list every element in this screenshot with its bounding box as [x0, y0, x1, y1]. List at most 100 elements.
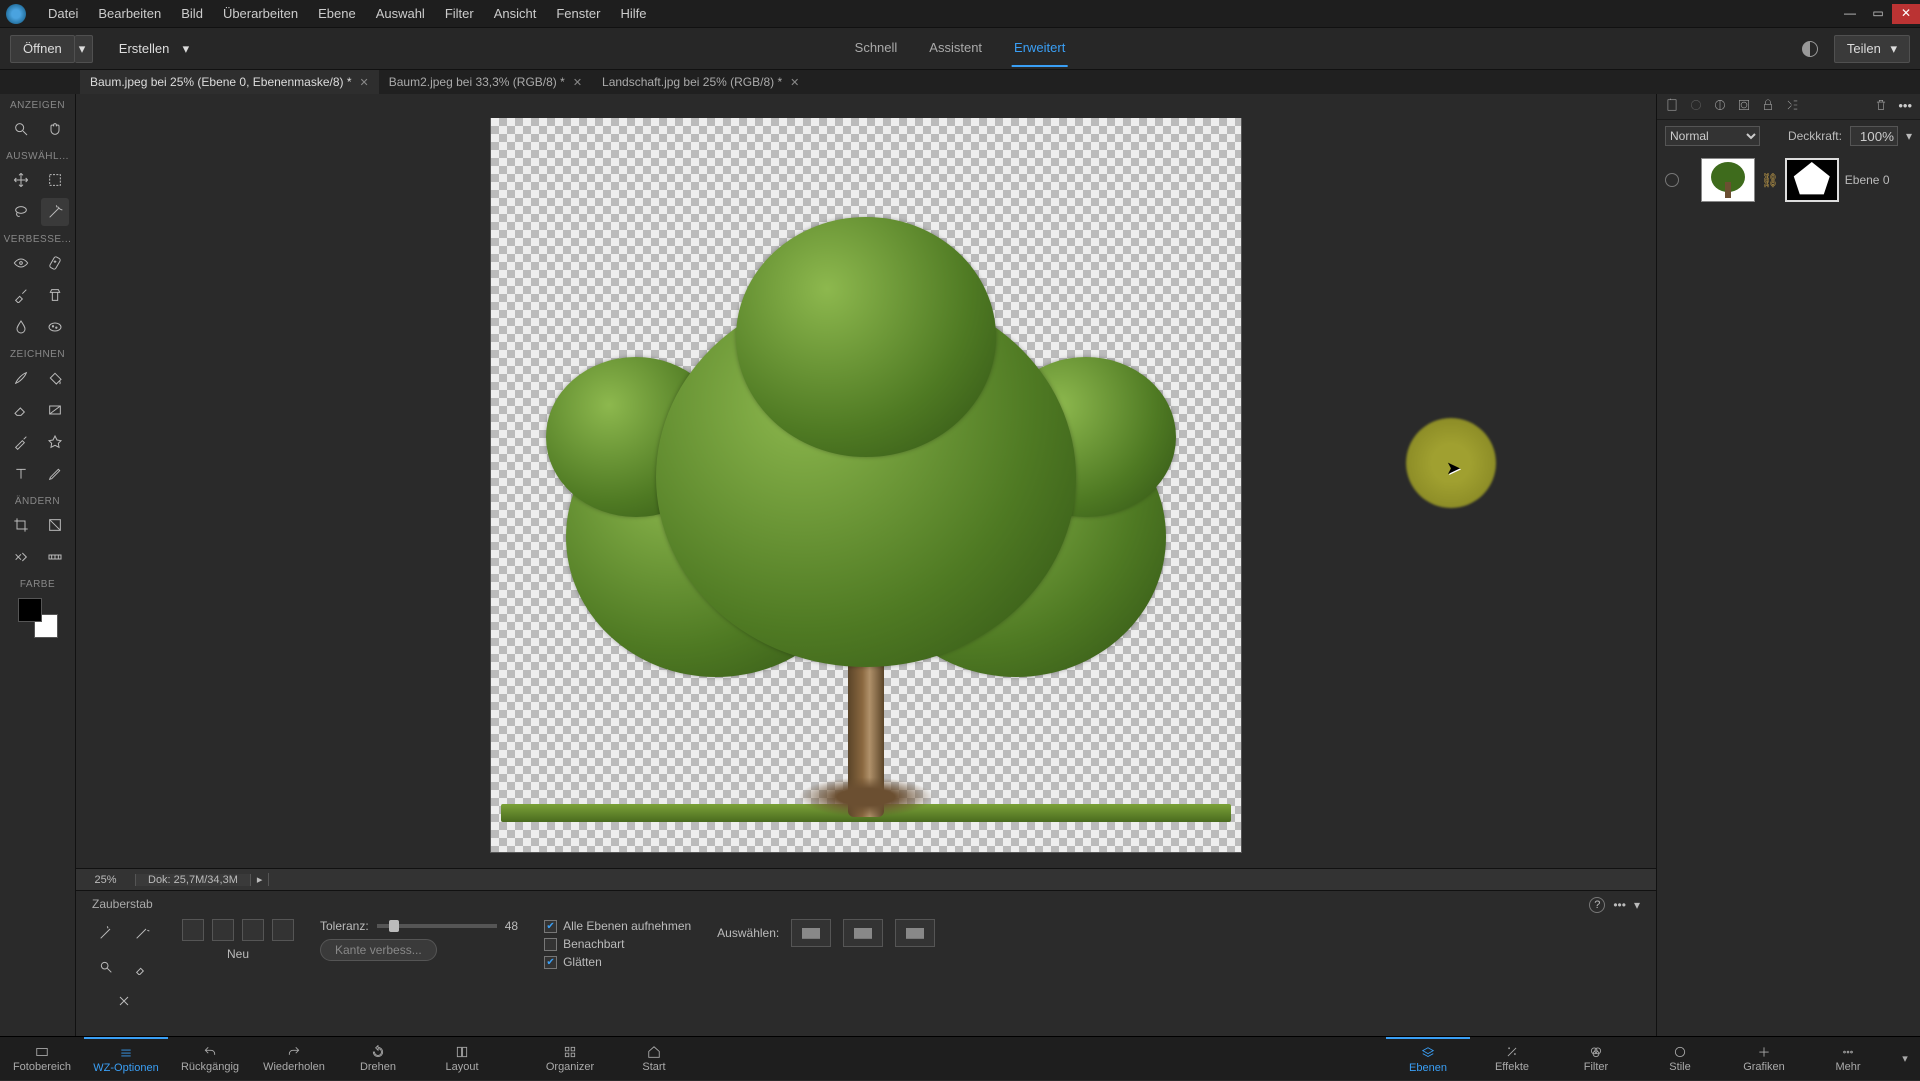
opacity-field[interactable] — [1850, 126, 1898, 146]
menu-hilfe[interactable]: Hilfe — [610, 6, 656, 21]
delete-icon[interactable] — [1874, 98, 1888, 115]
panel-menu-icon[interactable]: ••• — [1898, 98, 1912, 115]
mask-thumbnail[interactable] — [1785, 158, 1839, 202]
straighten-tool-icon[interactable] — [41, 543, 69, 571]
refine-edge-button[interactable]: Kante verbess... — [320, 939, 437, 961]
menu-bearbeiten[interactable]: Bearbeiten — [88, 6, 171, 21]
fx-icon[interactable] — [1785, 98, 1799, 115]
open-dropdown-icon[interactable]: ▾ — [75, 35, 93, 63]
doc-tab-landschaft[interactable]: Landschaft.jpg bei 25% (RGB/8) * ✕ — [592, 70, 809, 94]
redeye-tool-icon[interactable] — [7, 249, 35, 277]
taskbar-more[interactable]: Mehr — [1806, 1037, 1890, 1081]
blend-mode-select[interactable]: Normal — [1665, 126, 1760, 146]
paint-bucket-tool-icon[interactable] — [41, 364, 69, 392]
taskbar-filters[interactable]: Filter — [1554, 1037, 1638, 1081]
close-icon[interactable]: ✕ — [573, 76, 582, 89]
taskbar-styles[interactable]: Stile — [1638, 1037, 1722, 1081]
marquee-tool-icon[interactable] — [41, 166, 69, 194]
menu-ueberarbeiten[interactable]: Überarbeiten — [213, 6, 308, 21]
visibility-icon[interactable] — [1665, 173, 1679, 187]
mode-add-icon[interactable] — [212, 919, 234, 941]
lock-icon[interactable] — [1761, 98, 1775, 115]
clone-tool-icon[interactable] — [41, 281, 69, 309]
smart-brush-tool-icon[interactable] — [7, 281, 35, 309]
mask-icon[interactable] — [1737, 98, 1751, 115]
window-minimize-icon[interactable]: — — [1836, 4, 1864, 24]
layer-row[interactable]: ⛓ Ebene 0 — [1657, 152, 1920, 208]
taskbar-graphics[interactable]: Grafiken — [1722, 1037, 1806, 1081]
tab-quick[interactable]: Schnell — [853, 30, 900, 67]
taskbar-tooloptions[interactable]: WZ-Optionen — [84, 1037, 168, 1081]
magic-wand-tool-icon[interactable] — [41, 198, 69, 226]
select-sky-icon[interactable] — [895, 919, 935, 947]
pencil-tool-icon[interactable] — [41, 460, 69, 488]
share-button[interactable]: Teilen ▾ — [1834, 35, 1910, 63]
menu-ansicht[interactable]: Ansicht — [484, 6, 547, 21]
lasso-tool-icon[interactable] — [7, 198, 35, 226]
new-group-icon[interactable] — [1689, 98, 1703, 115]
doc-tab-baum2[interactable]: Baum2.jpeg bei 33,3% (RGB/8) * ✕ — [379, 70, 592, 94]
open-button[interactable]: Öffnen — [10, 35, 75, 63]
taskbar-layout[interactable]: Layout — [420, 1037, 504, 1081]
recompose-tool-icon[interactable] — [41, 511, 69, 539]
menu-ebene[interactable]: Ebene — [308, 6, 366, 21]
spot-heal-tool-icon[interactable] — [41, 249, 69, 277]
taskbar-organizer[interactable]: Organizer — [528, 1037, 612, 1081]
shape-tool-icon[interactable] — [41, 428, 69, 456]
check-all-layers[interactable]: ✔Alle Ebenen aufnehmen — [544, 919, 691, 933]
opacity-chevron-icon[interactable]: ▾ — [1906, 129, 1912, 143]
help-icon[interactable]: ? — [1589, 897, 1605, 913]
crop-tool-icon[interactable] — [7, 511, 35, 539]
create-button[interactable]: Erstellen ▾ — [107, 35, 201, 63]
taskbar-undo[interactable]: Rückgängig — [168, 1037, 252, 1081]
tab-expert[interactable]: Erweitert — [1012, 30, 1067, 67]
blur-tool-icon[interactable] — [7, 313, 35, 341]
mode-subtract-icon[interactable] — [242, 919, 264, 941]
window-close-icon[interactable]: ✕ — [1892, 4, 1920, 24]
taskbar-effects[interactable]: Effekte — [1470, 1037, 1554, 1081]
move-tool-icon[interactable] — [7, 166, 35, 194]
zoom-tool-icon[interactable] — [7, 115, 35, 143]
doc-size[interactable]: Dok: 25,7M/34,3M — [136, 874, 251, 886]
color-swatches[interactable] — [18, 598, 58, 638]
display-mode-icon[interactable] — [1802, 41, 1818, 57]
text-tool-icon[interactable] — [7, 460, 35, 488]
wand-variant-5-icon[interactable] — [110, 987, 138, 1015]
wand-variant-4-icon[interactable] — [128, 953, 156, 981]
eyedropper-tool-icon[interactable] — [7, 428, 35, 456]
zoom-level[interactable]: 25% — [76, 874, 136, 886]
mode-new-icon[interactable] — [182, 919, 204, 941]
layer-thumbnail[interactable] — [1701, 158, 1755, 202]
menu-bild[interactable]: Bild — [171, 6, 213, 21]
select-subject-icon[interactable] — [791, 919, 831, 947]
eraser-tool-icon[interactable] — [7, 396, 35, 424]
close-icon[interactable]: ✕ — [790, 76, 799, 89]
taskbar-rotate[interactable]: Drehen — [336, 1037, 420, 1081]
menu-datei[interactable]: Datei — [38, 6, 88, 21]
taskbar-expand-icon[interactable]: ▾ — [1890, 1037, 1920, 1081]
content-move-tool-icon[interactable] — [7, 543, 35, 571]
more-options-icon[interactable]: ••• — [1613, 898, 1626, 912]
foreground-color-swatch[interactable] — [18, 598, 42, 622]
doc-tab-baum[interactable]: Baum.jpeg bei 25% (Ebene 0, Ebenenmaske/… — [80, 70, 379, 94]
wand-variant-1-icon[interactable] — [92, 919, 120, 947]
adjustment-icon[interactable] — [1713, 98, 1727, 115]
new-layer-icon[interactable] — [1665, 98, 1679, 115]
document-canvas[interactable] — [490, 118, 1242, 853]
tab-assistant[interactable]: Assistent — [927, 30, 984, 67]
sponge-tool-icon[interactable] — [41, 313, 69, 341]
wand-variant-2-icon[interactable] — [128, 919, 156, 947]
brush-tool-icon[interactable] — [7, 364, 35, 392]
check-contiguous[interactable]: Benachbart — [544, 937, 624, 951]
tolerance-slider[interactable]: Toleranz: 48 — [320, 919, 518, 933]
check-antialias[interactable]: ✔Glätten — [544, 955, 602, 969]
menu-auswahl[interactable]: Auswahl — [366, 6, 435, 21]
link-icon[interactable]: ⛓ — [1761, 172, 1779, 189]
wand-variant-3-icon[interactable] — [92, 953, 120, 981]
status-arrow-icon[interactable]: ▸ — [251, 873, 270, 886]
close-icon[interactable]: ✕ — [360, 76, 369, 89]
hand-tool-icon[interactable] — [41, 115, 69, 143]
taskbar-layers[interactable]: Ebenen — [1386, 1037, 1470, 1081]
taskbar-redo[interactable]: Wiederholen — [252, 1037, 336, 1081]
menu-filter[interactable]: Filter — [435, 6, 484, 21]
